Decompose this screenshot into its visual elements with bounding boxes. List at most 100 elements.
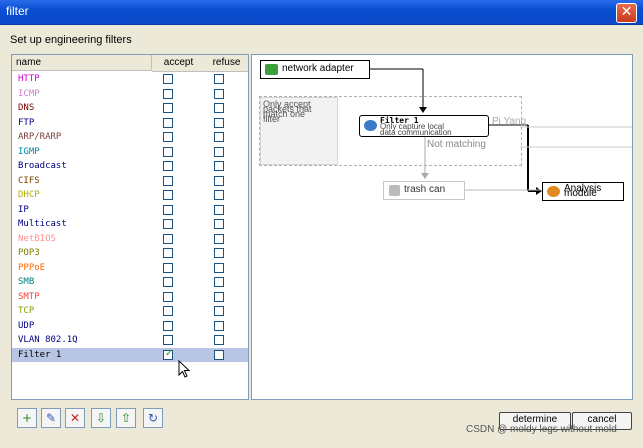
filter-name: Multicast <box>18 219 67 229</box>
accept-checkbox[interactable] <box>163 132 173 142</box>
accept-checkbox[interactable] <box>163 190 173 200</box>
filter-name: HTTP <box>18 74 40 84</box>
table-row[interactable]: UDP <box>12 319 248 334</box>
table-row[interactable]: IGMP <box>12 145 248 160</box>
filter-name: VLAN 802.1Q <box>18 335 78 345</box>
accept-checkbox[interactable] <box>163 117 173 128</box>
accept-checkbox[interactable] <box>163 233 173 244</box>
table-row[interactable]: ICMP <box>12 87 248 102</box>
refuse-checkbox[interactable] <box>214 219 224 229</box>
column-header-name[interactable]: name <box>12 55 152 71</box>
filter-name: FTP <box>18 117 35 128</box>
refresh-icon[interactable]: ↻ <box>143 408 163 428</box>
accept-checkbox[interactable] <box>163 320 173 331</box>
accept-checkbox[interactable]: ✓ <box>163 348 173 360</box>
table-row[interactable]: CIFS <box>12 174 248 189</box>
analysis-label-line2: module <box>564 188 597 199</box>
filter-table: name accept refuse HTTP ICMP DNS FTP ARP/RAR… <box>11 54 249 400</box>
import-icon[interactable]: ⇩ <box>91 408 111 428</box>
refuse-checkbox[interactable] <box>214 103 224 113</box>
refuse-checkbox[interactable] <box>214 190 224 200</box>
delete-filter-icon[interactable]: ✕ <box>65 408 85 428</box>
analysis-module-node[interactable]: Analysis module <box>542 182 624 201</box>
add-filter-icon[interactable]: + <box>17 408 37 428</box>
refuse-checkbox[interactable] <box>214 132 224 142</box>
close-button[interactable]: ✕ <box>616 3 637 23</box>
table-body: HTTP ICMP DNS FTP ARP/RARP IGMP Broadcast CIFS D… <box>12 72 248 362</box>
table-row[interactable]: DNS <box>12 101 248 116</box>
accept-checkbox[interactable] <box>163 335 173 345</box>
filter-name: NetBIOS <box>18 233 56 244</box>
table-row[interactable]: Broadcast <box>12 159 248 174</box>
table-row[interactable]: HTTP <box>12 72 248 87</box>
network-adapter-icon <box>265 64 278 75</box>
refuse-checkbox[interactable] <box>214 161 224 171</box>
network-adapter-node[interactable]: network adapter <box>260 60 370 79</box>
table-row[interactable]: FTP <box>12 116 248 131</box>
table-row[interactable]: SMB <box>12 275 248 290</box>
table-row[interactable]: Multicast <box>12 217 248 232</box>
filter-flow-diagram: Only accept packets that match one filte… <box>251 54 633 400</box>
accept-checkbox[interactable] <box>163 103 173 113</box>
refuse-checkbox[interactable] <box>214 233 224 244</box>
trash-can-label: trash can <box>404 184 446 195</box>
table-row[interactable]: ARP/RARP <box>12 130 248 145</box>
table-row[interactable]: TCP <box>12 304 248 319</box>
accept-checkbox[interactable] <box>163 175 173 186</box>
filter-mode-box[interactable]: Only accept packets that match one filte… <box>260 97 338 165</box>
table-row[interactable]: PPPoE <box>12 261 248 276</box>
refuse-checkbox[interactable] <box>214 248 224 258</box>
column-header-refuse[interactable]: refuse <box>205 55 248 72</box>
table-row[interactable]: Filter 1 ✓ <box>12 347 248 362</box>
window-title: filter <box>6 4 29 18</box>
accept-checkbox[interactable] <box>163 88 173 99</box>
analysis-module-icon <box>547 186 560 197</box>
refuse-checkbox[interactable] <box>214 262 224 273</box>
filter-name: IGMP <box>18 146 40 157</box>
refuse-checkbox[interactable] <box>214 146 224 157</box>
accept-checkbox[interactable] <box>163 204 173 215</box>
filter-name: CIFS <box>18 175 40 186</box>
table-row[interactable]: SMTP <box>12 290 248 305</box>
accept-checkbox[interactable] <box>163 146 173 157</box>
refuse-checkbox[interactable] <box>214 88 224 99</box>
accept-checkbox[interactable] <box>163 219 173 229</box>
table-row[interactable]: IP <box>12 203 248 218</box>
filter-funnel-icon <box>364 120 377 131</box>
table-row[interactable]: NetBIOS <box>12 232 248 247</box>
mouse-cursor-icon <box>178 360 191 378</box>
refuse-checkbox[interactable] <box>214 306 224 316</box>
accept-checkbox[interactable] <box>163 248 173 258</box>
refuse-checkbox[interactable] <box>214 117 224 128</box>
refuse-checkbox[interactable] <box>214 204 224 215</box>
refuse-checkbox[interactable] <box>214 335 224 345</box>
refuse-checkbox[interactable] <box>214 291 224 302</box>
not-matching-label: Not matching <box>427 139 486 150</box>
accept-checkbox[interactable] <box>163 291 173 302</box>
filter-1-node[interactable]: Filter 1 Only capture local data communi… <box>359 115 489 137</box>
refuse-checkbox[interactable] <box>214 277 224 287</box>
table-row[interactable]: VLAN 802.1Q <box>12 333 248 348</box>
accept-checkbox[interactable] <box>163 74 173 84</box>
table-row[interactable]: POP3 <box>12 246 248 261</box>
accept-checkbox[interactable] <box>163 277 173 287</box>
filter-name: PPPoE <box>18 262 46 273</box>
filter-name: SMB <box>18 277 35 287</box>
refuse-checkbox[interactable] <box>214 74 224 84</box>
trash-can-node[interactable]: trash can <box>383 181 465 200</box>
refuse-checkbox[interactable] <box>214 320 224 331</box>
filter-name: Filter 1 <box>18 349 62 360</box>
accept-checkbox[interactable] <box>163 262 173 273</box>
filter-name: SMTP <box>18 291 40 302</box>
accept-checkbox[interactable] <box>163 161 173 171</box>
filter-name: ICMP <box>18 88 40 99</box>
accept-checkbox[interactable] <box>163 306 173 316</box>
edit-filter-icon[interactable]: ✎ <box>41 408 61 428</box>
table-row[interactable]: DHCP <box>12 188 248 203</box>
refuse-checkbox[interactable] <box>214 175 224 186</box>
filter-name: DNS <box>18 103 35 113</box>
refuse-checkbox[interactable] <box>214 349 224 360</box>
dialog-heading: Set up engineering filters <box>10 34 132 46</box>
column-header-accept[interactable]: accept <box>152 55 206 72</box>
export-icon[interactable]: ⇧ <box>116 408 136 428</box>
